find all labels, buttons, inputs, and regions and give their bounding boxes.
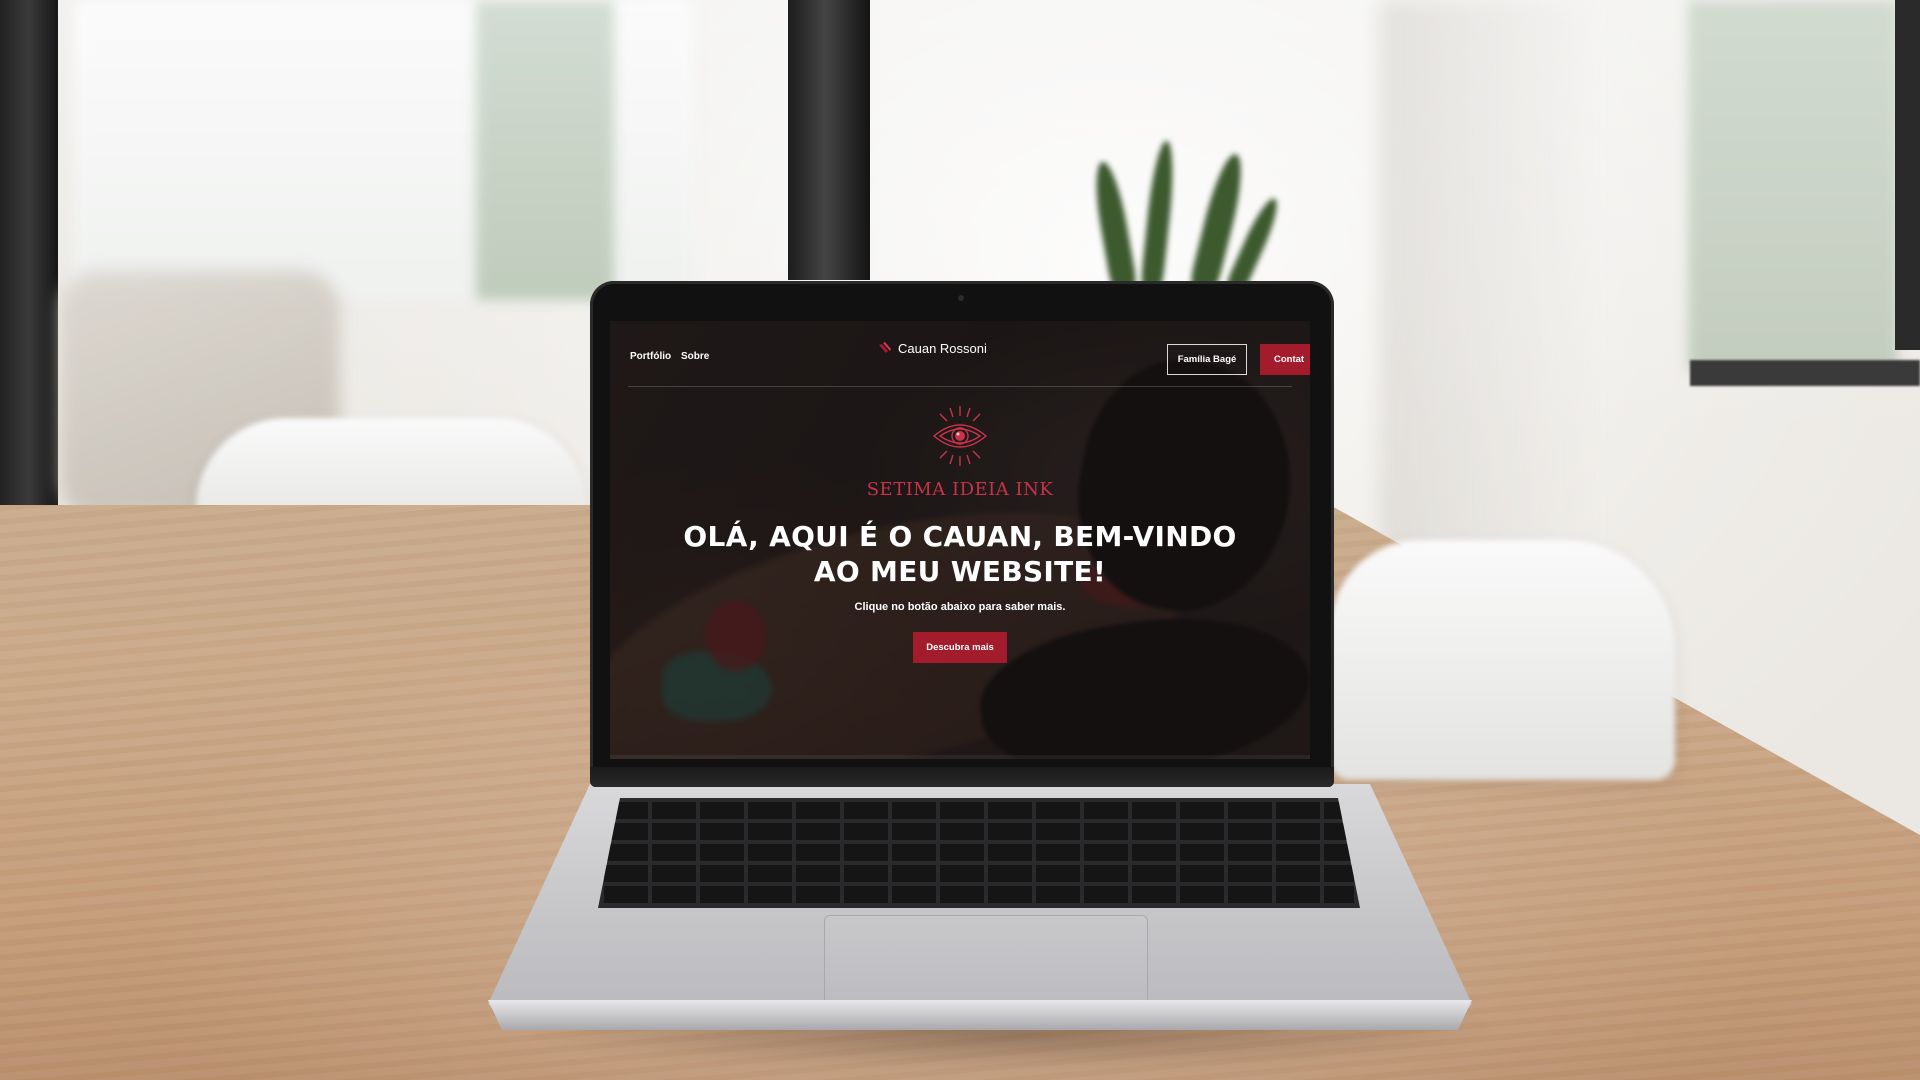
keyboard-keys: [604, 802, 1354, 904]
laptop-trackpad: [824, 915, 1148, 1007]
plant-leaf: [1140, 139, 1178, 292]
laptop-screen: Portfólio Sobre Cauan Rossoni Família Ba…: [610, 321, 1310, 759]
familia-bage-button[interactable]: Família Bagé: [1167, 344, 1247, 375]
brand-name: Cauan Rossoni: [898, 341, 987, 356]
site-navbar: Portfólio Sobre Cauan Rossoni Família Ba…: [610, 321, 1310, 387]
photo-scene: Portfólio Sobre Cauan Rossoni Família Ba…: [0, 0, 1920, 1080]
nav-divider: [628, 386, 1292, 387]
studio-logo-text: SETIMA IDEIA INK: [866, 479, 1054, 500]
nav-link-sobre[interactable]: Sobre: [681, 351, 709, 362]
chair: [1330, 540, 1675, 780]
screen-edge: [610, 755, 1310, 759]
laptop-lid: Portfólio Sobre Cauan Rossoni Família Ba…: [590, 281, 1334, 787]
laptop-keyboard: [598, 798, 1360, 908]
webcam-icon: [958, 295, 964, 301]
window-frame: [788, 0, 870, 280]
window-sill: [1690, 360, 1920, 386]
window-glass-right: [1688, 0, 1898, 370]
window-glass-greenery: [476, 0, 614, 300]
window-frame: [0, 0, 58, 520]
brand-mark-icon: [879, 341, 891, 353]
brand-logo[interactable]: Cauan Rossoni: [878, 341, 987, 356]
eye-sun-logo-icon: [932, 406, 988, 466]
laptop-hinge: [590, 767, 1334, 787]
discover-more-button[interactable]: Descubra mais: [913, 632, 1007, 663]
laptop-base-edge: [488, 1000, 1472, 1030]
contact-button[interactable]: Contat: [1260, 344, 1310, 375]
window-frame: [1895, 0, 1920, 350]
plant-leaf: [1089, 159, 1138, 293]
nav-link-portfolio[interactable]: Portfólio: [630, 351, 671, 362]
hero-subtitle: Clique no botão abaixo para saber mais.: [854, 601, 1066, 613]
hero-title: OLÁ, AQUI É O CAUAN, BEM-VINDO AO MEU WE…: [683, 520, 1237, 588]
